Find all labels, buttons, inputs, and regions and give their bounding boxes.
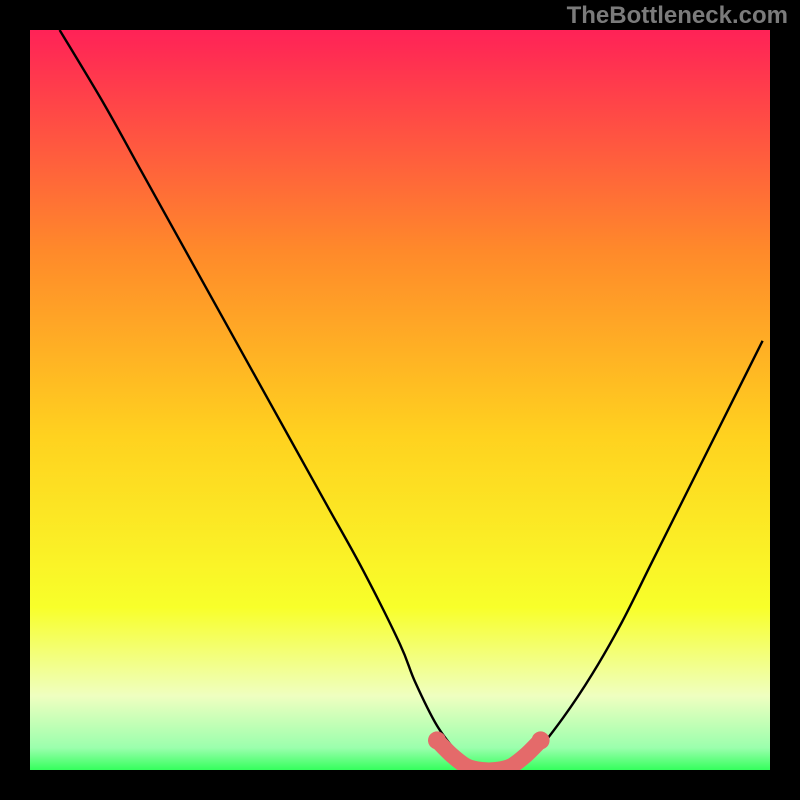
watermark-text: TheBottleneck.com — [567, 2, 788, 30]
gradient-background — [30, 30, 770, 770]
highlight-endpoint — [532, 731, 550, 749]
highlight-endpoint — [428, 731, 446, 749]
bottleneck-chart — [30, 30, 770, 770]
app-frame: TheBottleneck.com — [0, 0, 800, 800]
chart-area — [30, 30, 770, 770]
